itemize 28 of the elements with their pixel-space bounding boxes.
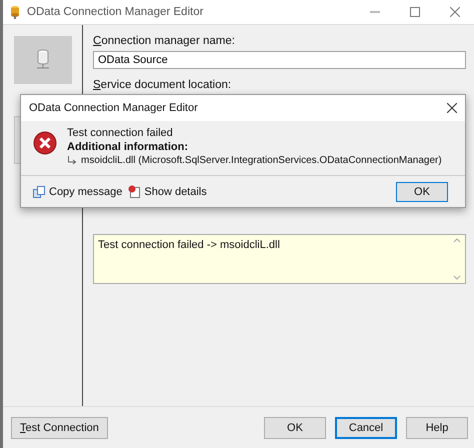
output-text: Test connection failed -> msoidcliL.dll — [98, 239, 280, 251]
scroll-bar-icon — [453, 237, 461, 281]
window-title: OData Connection Manager Editor — [27, 6, 204, 18]
error-icon — [33, 131, 57, 155]
maximize-button[interactable] — [410, 7, 420, 17]
dialog-button[interactable]: OK — [264, 416, 326, 438]
database-icon — [9, 5, 21, 19]
info-text: msoidcliL.dll (Microsoft.SqlServer.IntegrationServices.ODataConnectionManager) — [81, 155, 442, 166]
info-heading: Additional information: — [67, 141, 189, 153]
action-link[interactable]: Copy message — [33, 186, 122, 198]
dialog-title: OData Connection Manager Editor — [29, 102, 198, 114]
document-icon — [128, 185, 142, 198]
action-label: Copy message — [49, 186, 122, 198]
action-label: Show details — [144, 186, 207, 198]
connection-tile[interactable] — [14, 36, 72, 84]
input-field[interactable]: OData Source — [93, 51, 466, 69]
close-button[interactable] — [447, 103, 457, 113]
action-link[interactable]: Show details — [128, 185, 207, 198]
copy-icon — [33, 186, 46, 198]
field-label: Connection manager name: — [93, 35, 236, 47]
dialog-button[interactable]: Test Connection — [11, 416, 108, 438]
arrow-icon — [67, 156, 77, 165]
error-message: Test connection failed — [67, 127, 174, 139]
dialog-button[interactable]: Help — [406, 416, 468, 438]
output-box[interactable]: Test connection failed -> msoidcliL.dll — [93, 234, 466, 284]
ok-button[interactable]: OK — [396, 182, 448, 202]
dialog-button[interactable]: Cancel — [335, 416, 397, 438]
field-label: Service document location: — [93, 79, 232, 91]
